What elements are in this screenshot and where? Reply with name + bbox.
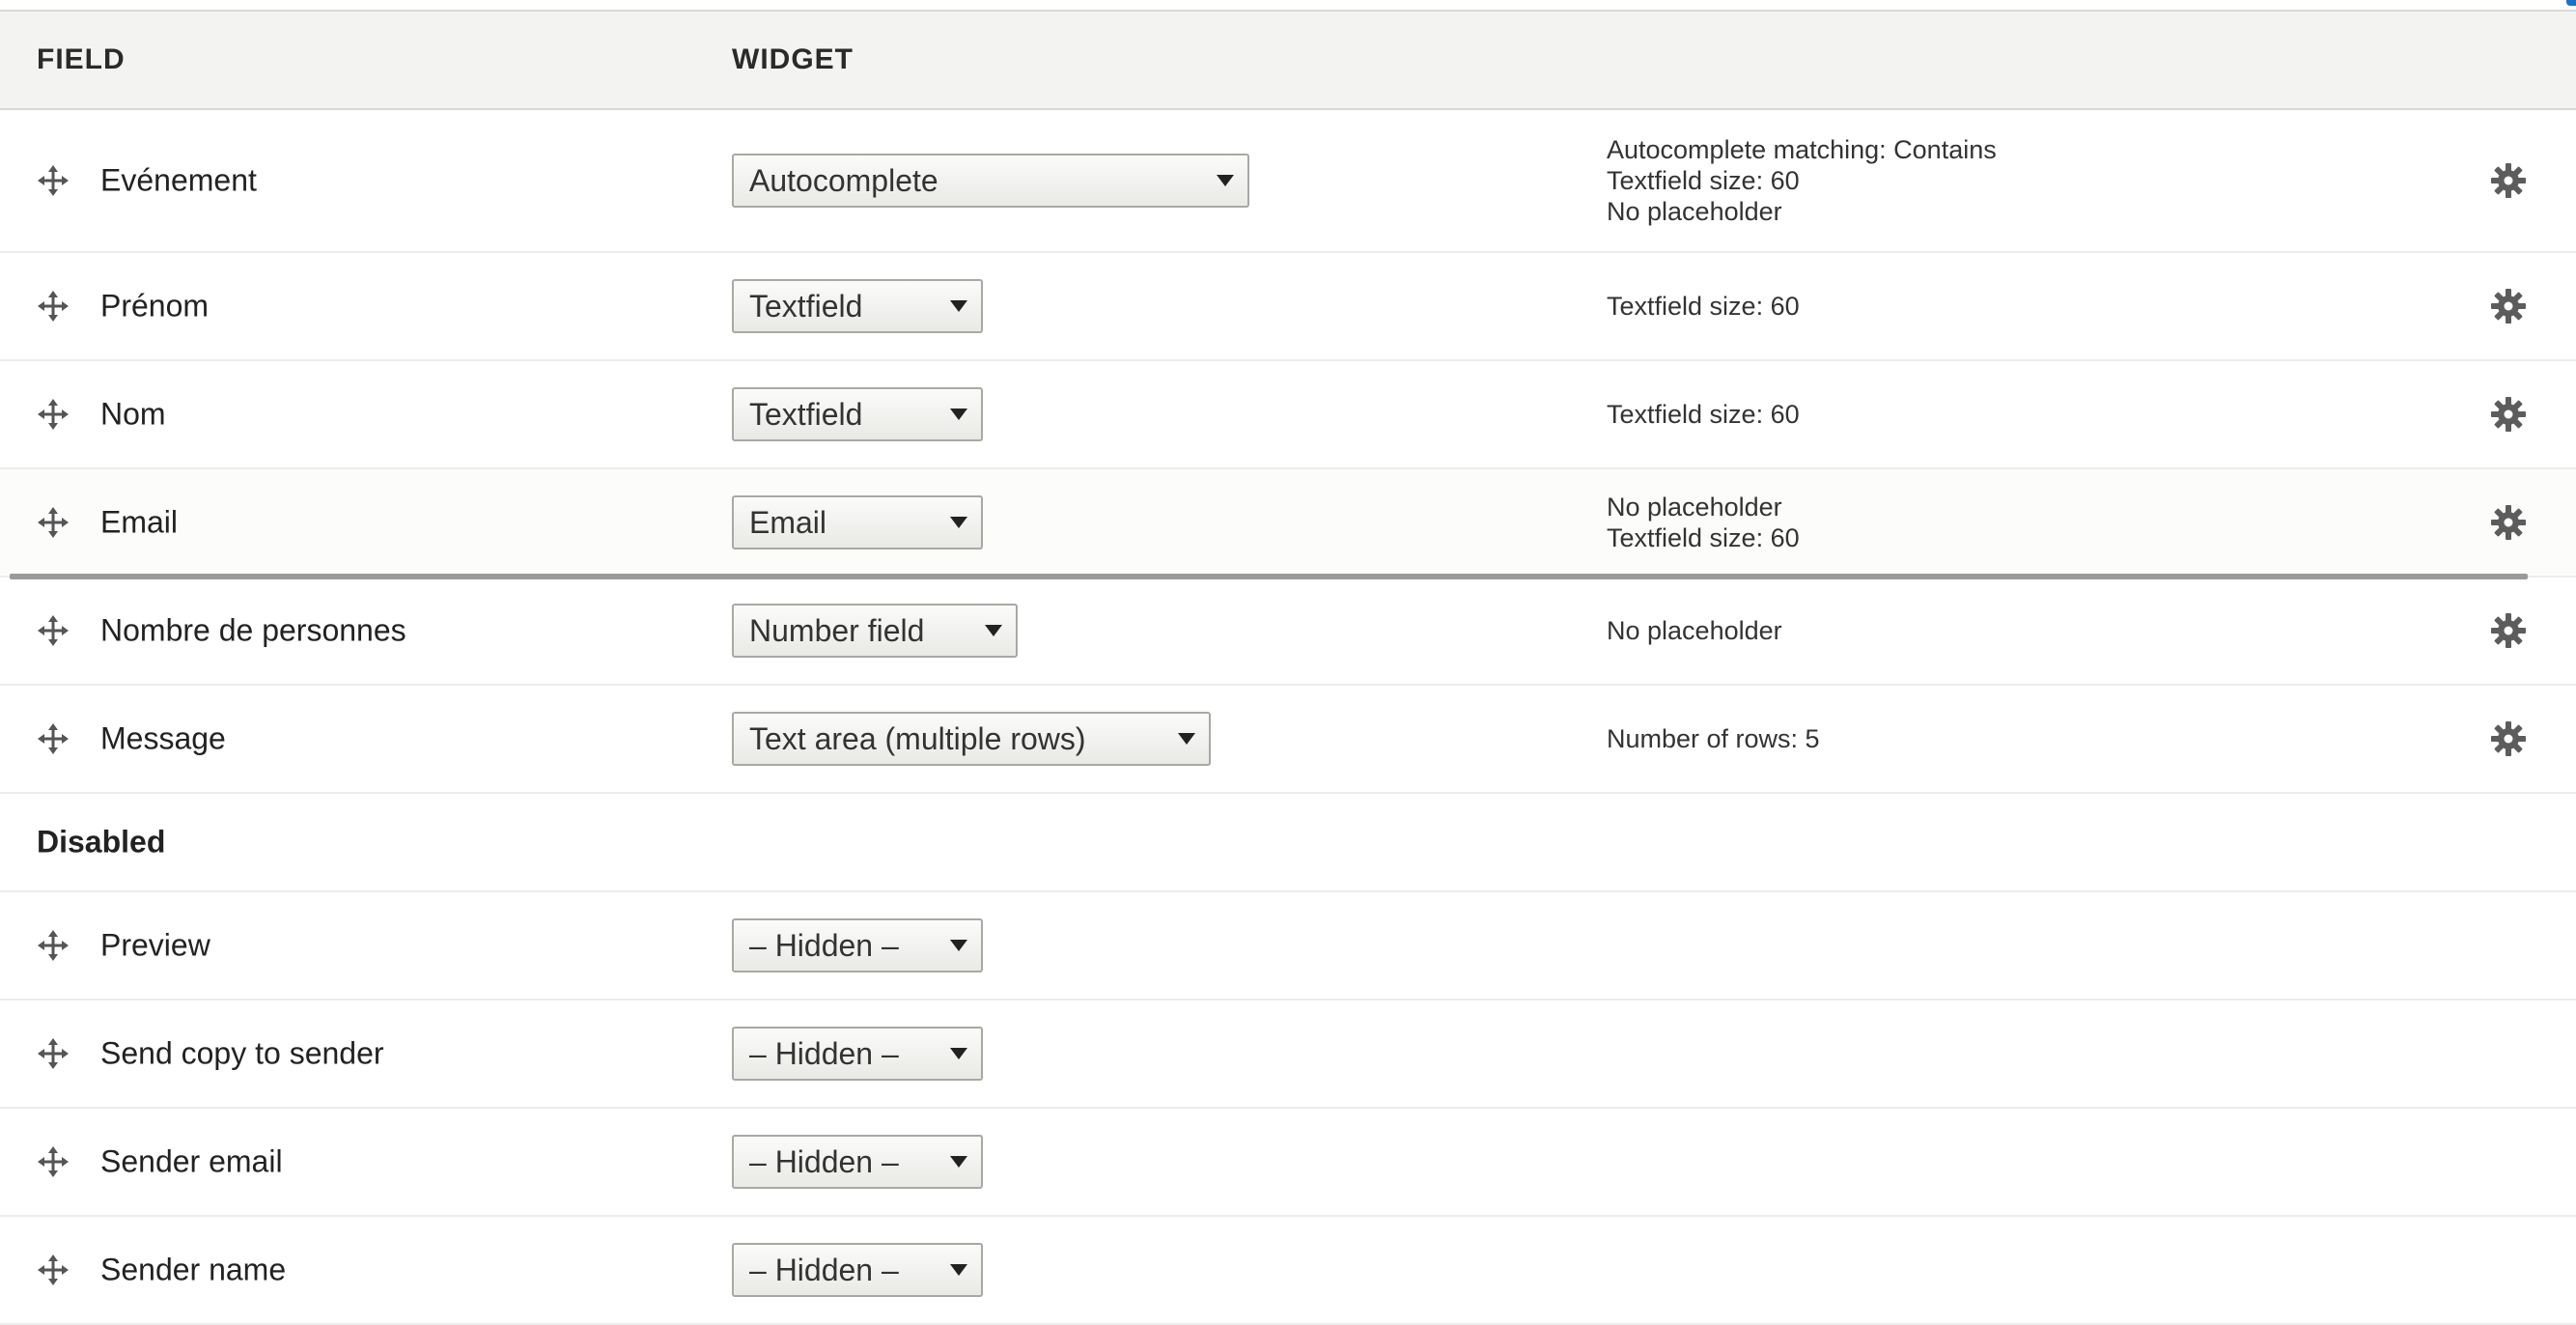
table-row: Sender email – Hidden – (0, 1109, 2576, 1217)
table-row: Email Email No placeholder Textfield siz… (0, 469, 2576, 578)
widget-select[interactable]: – Hidden – (732, 1243, 983, 1297)
chevron-down-icon (950, 409, 967, 420)
widget-settings-summary: Number of rows: 5 (1607, 723, 1820, 754)
widget-select-value: Number field (749, 613, 925, 648)
table-row: Preview – Hidden – (0, 892, 2576, 1001)
field-label: Sender name (100, 1252, 287, 1287)
move-arrows-icon[interactable] (37, 398, 70, 431)
widget-select[interactable]: – Hidden – (732, 1027, 983, 1081)
field-label: Nom (100, 396, 166, 432)
chevron-down-icon (950, 300, 967, 312)
field-label: Message (100, 720, 226, 756)
move-arrows-icon[interactable] (37, 506, 70, 539)
chevron-down-icon (950, 1156, 967, 1168)
summary-line: Textfield size: 60 (1607, 400, 1800, 429)
move-arrows-icon[interactable] (37, 929, 70, 962)
summary-line: Textfield size: 60 (1607, 292, 1800, 321)
move-arrows-icon[interactable] (37, 1037, 70, 1070)
move-arrows-icon[interactable] (37, 722, 70, 755)
widget-select[interactable]: – Hidden – (732, 918, 983, 973)
region-title-row: Disabled (0, 794, 2576, 892)
table-row: Sender name – Hidden – (0, 1217, 2576, 1325)
widget-select-value: – Hidden – (749, 1144, 899, 1179)
table-row: Message Text area (multiple rows) Number… (0, 686, 2576, 794)
chevron-down-icon (1178, 733, 1195, 745)
summary-line: Textfield size: 60 (1607, 523, 1800, 552)
widget-column-header: WIDGET (732, 43, 854, 75)
chevron-down-icon (950, 517, 967, 528)
move-arrows-icon[interactable] (37, 164, 70, 197)
top-right-link-fragment[interactable] (2566, 0, 2576, 6)
widget-settings-summary: Autocomplete matching: Contains Textfiel… (1607, 134, 1997, 227)
summary-line: Textfield size: 60 (1607, 166, 1800, 195)
move-arrows-icon[interactable] (37, 1145, 70, 1178)
widget-select-value: – Hidden – (749, 928, 899, 963)
manage-form-display-table: FIELD WIDGET Evénement Autocomplete Auto… (0, 10, 2576, 1325)
widget-select[interactable]: Autocomplete (732, 154, 1249, 208)
table-row: Send copy to sender – Hidden – (0, 1001, 2576, 1109)
widget-select[interactable]: – Hidden – (732, 1135, 983, 1189)
move-arrows-icon[interactable] (37, 290, 70, 323)
chevron-down-icon (950, 1048, 967, 1059)
table-row: Prénom Textfield Textfield size: 60 (0, 253, 2576, 361)
widget-select[interactable]: Number field (732, 604, 1018, 658)
table-row: Nombre de personnes Number field No plac… (0, 574, 2576, 686)
widget-select-value: Email (749, 505, 827, 540)
widget-settings-summary: No placeholder Textfield size: 60 (1607, 492, 1800, 553)
summary-line: Number of rows: 5 (1607, 724, 1820, 753)
widget-select[interactable]: Textfield (732, 279, 983, 333)
summary-line: No placeholder (1607, 616, 1782, 645)
gear-icon[interactable] (2489, 161, 2528, 200)
field-column-header: FIELD (37, 43, 126, 75)
summary-line: No placeholder (1607, 197, 1782, 226)
field-label: Evénement (100, 162, 257, 198)
move-arrows-icon[interactable] (37, 614, 70, 647)
table-row: Evénement Autocomplete Autocomplete matc… (0, 110, 2576, 253)
widget-select[interactable]: Email (732, 495, 983, 550)
table-header: FIELD WIDGET (0, 10, 2576, 110)
table-row: Nom Textfield Textfield size: 60 (0, 361, 2576, 469)
field-label: Nombre de personnes (100, 612, 406, 648)
widget-settings-summary: Textfield size: 60 (1607, 291, 1800, 322)
widget-select-value: Text area (multiple rows) (749, 721, 1086, 756)
field-label: Send copy to sender (100, 1035, 384, 1071)
gear-icon[interactable] (2489, 287, 2528, 325)
widget-select-value: Textfield (749, 397, 863, 432)
gear-icon[interactable] (2489, 611, 2528, 650)
field-label: Preview (100, 927, 210, 963)
chevron-down-icon (950, 1264, 967, 1276)
drag-drop-indicator (10, 574, 2528, 579)
field-label: Email (100, 504, 179, 540)
gear-icon[interactable] (2489, 395, 2528, 434)
region-title: Disabled (37, 824, 166, 860)
widget-settings-summary: Textfield size: 60 (1607, 399, 1800, 430)
widget-select-value: Autocomplete (749, 163, 938, 198)
chevron-down-icon (950, 940, 967, 951)
widget-select-value: Textfield (749, 289, 863, 324)
summary-line: Autocomplete matching: Contains (1607, 135, 1997, 164)
gear-icon[interactable] (2489, 503, 2528, 542)
widget-settings-summary: No placeholder (1607, 615, 1782, 646)
widget-select-value: – Hidden – (749, 1036, 899, 1071)
widget-select-value: – Hidden – (749, 1253, 899, 1287)
field-label: Prénom (100, 288, 210, 324)
widget-select[interactable]: Textfield (732, 387, 983, 441)
summary-line: No placeholder (1607, 493, 1782, 522)
field-label: Sender email (100, 1143, 283, 1179)
chevron-down-icon (1217, 175, 1234, 186)
widget-select[interactable]: Text area (multiple rows) (732, 712, 1211, 766)
gear-icon[interactable] (2489, 719, 2528, 758)
chevron-down-icon (985, 625, 1002, 636)
